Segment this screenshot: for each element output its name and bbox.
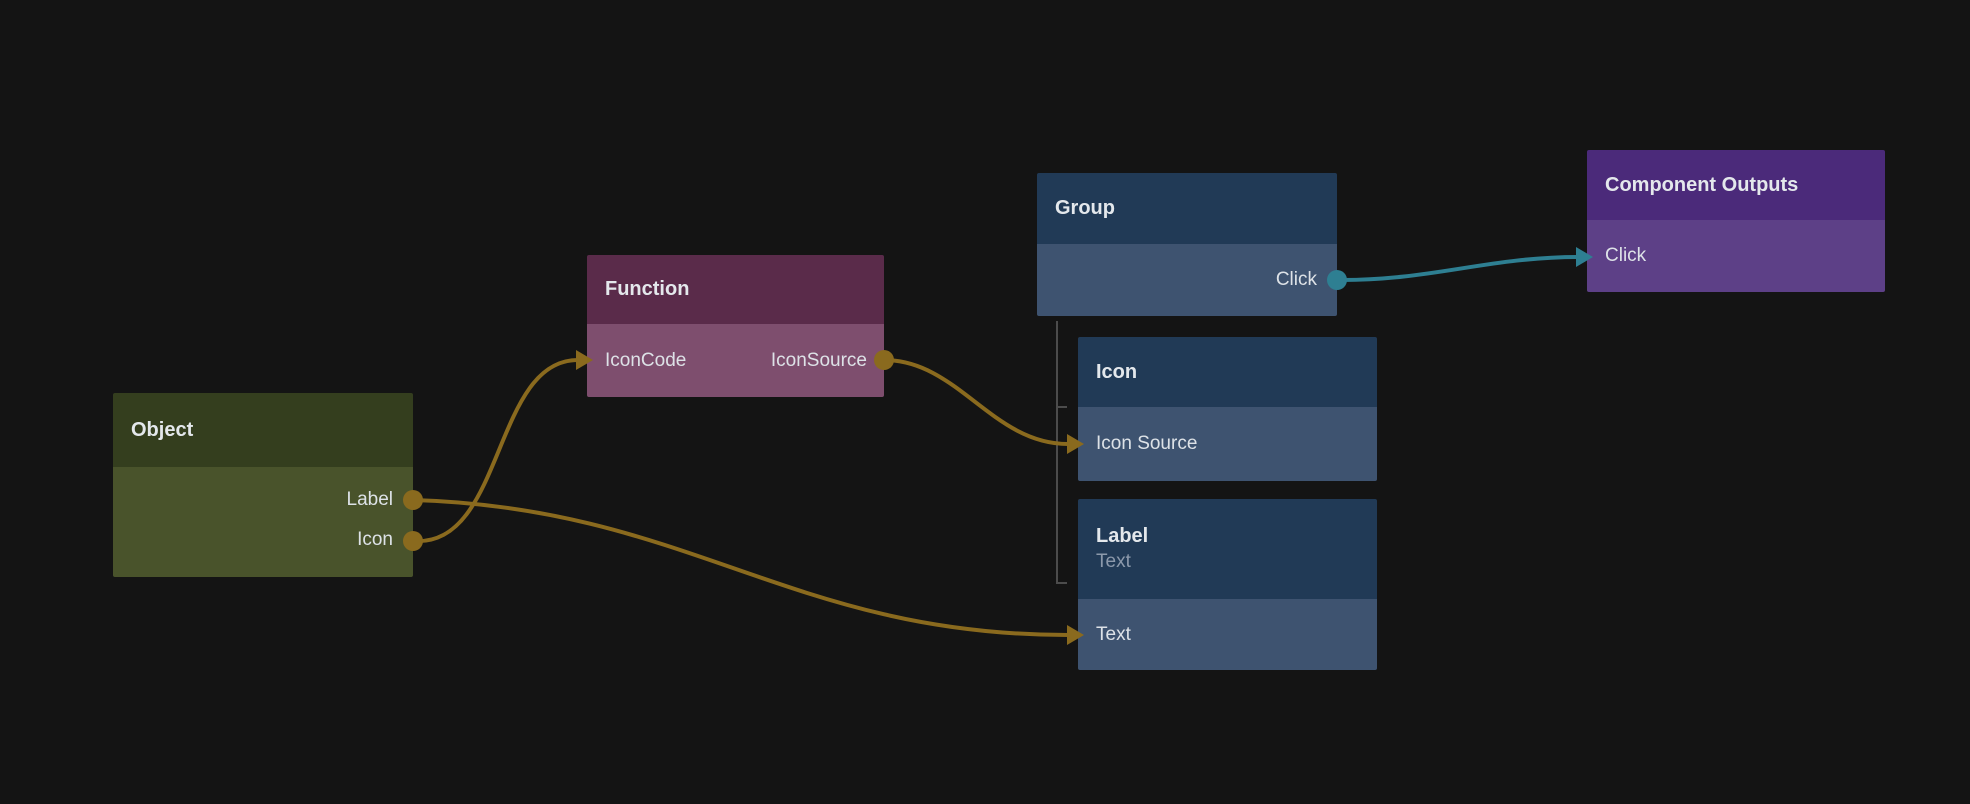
node-icon-title: Icon <box>1096 361 1359 384</box>
node-label-header[interactable]: Label Text <box>1078 499 1377 599</box>
node-icon[interactable]: Icon Icon Source <box>1078 337 1377 481</box>
node-icon-header[interactable]: Icon <box>1078 337 1377 407</box>
output-label-label: Label <box>347 489 394 511</box>
node-component-outputs-body: Click <box>1587 220 1885 292</box>
input-text-label[interactable]: Text <box>1096 624 1131 646</box>
wire-path[interactable] <box>1337 257 1578 280</box>
port-dot-object-label[interactable] <box>403 490 423 510</box>
input-iconcode-label[interactable]: IconCode <box>605 350 686 372</box>
node-function-title: Function <box>605 278 866 301</box>
wire-object-label-to-label-text[interactable] <box>413 500 1084 645</box>
node-object[interactable]: Object Label Icon <box>113 393 413 577</box>
wire-object-icon-to-function-iconcode[interactable] <box>413 350 593 541</box>
input-click-label[interactable]: Click <box>1605 245 1646 267</box>
node-group[interactable]: Group Click <box>1037 173 1337 316</box>
group-children-bracket <box>1057 321 1067 583</box>
node-group-title: Group <box>1055 197 1319 220</box>
node-label-title: Label <box>1096 525 1359 548</box>
output-click-label[interactable]: Click <box>1276 269 1317 291</box>
wire-path[interactable] <box>413 500 1068 635</box>
wire-function-iconsource-to-icon-iconsource[interactable] <box>884 360 1084 454</box>
output-icon-label: Icon <box>357 529 393 551</box>
node-icon-body: Icon Source <box>1078 407 1377 481</box>
output-iconsource-label[interactable]: IconSource <box>771 350 867 372</box>
node-group-header[interactable]: Group <box>1037 173 1337 244</box>
node-editor-canvas[interactable]: Object Label Icon Function IconCode Icon… <box>0 0 1970 804</box>
node-function-header[interactable]: Function <box>587 255 884 324</box>
node-component-outputs-header[interactable]: Component Outputs <box>1587 150 1885 220</box>
input-icon-source-label[interactable]: Icon Source <box>1096 433 1197 455</box>
wire-group-click-to-component-outputs-click[interactable] <box>1337 247 1593 280</box>
node-object-title: Object <box>131 419 395 442</box>
port-dot-group-click[interactable] <box>1327 270 1347 290</box>
node-object-body: Label Icon <box>113 467 413 577</box>
port-dot-function-iconsource[interactable] <box>874 350 894 370</box>
output-port-row-label[interactable]: Label <box>113 480 413 520</box>
node-component-outputs-title: Component Outputs <box>1605 174 1867 197</box>
node-label[interactable]: Label Text Text <box>1078 499 1377 670</box>
node-label-body: Text <box>1078 599 1377 670</box>
node-function[interactable]: Function IconCode IconSource <box>587 255 884 397</box>
node-object-header[interactable]: Object <box>113 393 413 467</box>
node-group-body: Click <box>1037 244 1337 316</box>
output-port-row-icon[interactable]: Icon <box>113 520 413 560</box>
wire-path[interactable] <box>884 360 1068 444</box>
port-dot-object-icon[interactable] <box>403 531 423 551</box>
node-function-body: IconCode IconSource <box>587 324 884 397</box>
node-label-subtitle: Text <box>1096 551 1359 573</box>
node-component-outputs[interactable]: Component Outputs Click <box>1587 150 1885 292</box>
